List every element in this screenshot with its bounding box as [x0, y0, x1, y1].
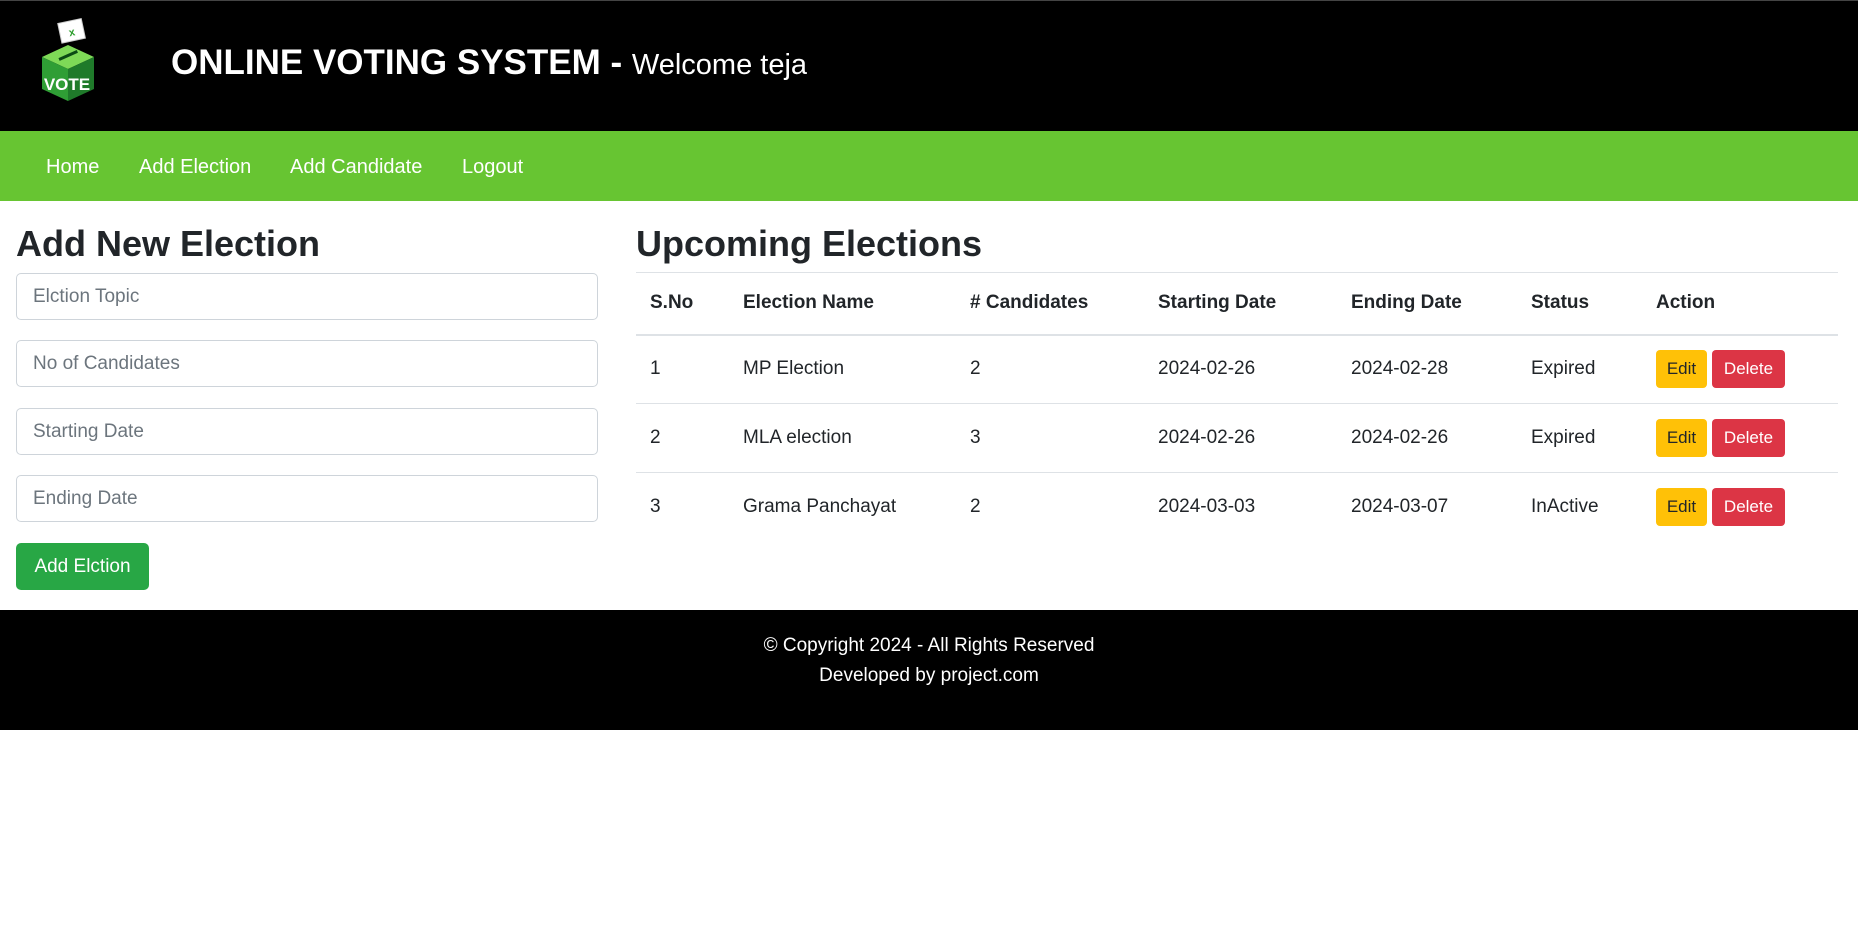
cell-candidates: 2: [970, 496, 981, 518]
add-election-panel: Add New Election: [16, 222, 598, 266]
candidates-count-input[interactable]: [16, 340, 598, 387]
column-header: Status: [1517, 272, 1642, 336]
edit-button[interactable]: Edit: [1656, 488, 1707, 527]
cell-ending-date: 2024-02-26: [1337, 403, 1517, 473]
column-header: # Candidates: [956, 272, 1144, 336]
main-nav: Home Add Election Add Candidate Logout: [0, 131, 1858, 201]
edit-button[interactable]: Edit: [1656, 350, 1707, 389]
cell-status: InActive: [1531, 496, 1599, 518]
cell-election-name: MP Election: [729, 334, 956, 404]
column-header: Ending Date: [1337, 272, 1517, 336]
title-separator: -: [600, 43, 632, 82]
cell-sno: 1: [636, 334, 729, 404]
site-footer: © Copyright 2024 - All Rights Reserved D…: [0, 610, 1858, 730]
election-topic-input[interactable]: [16, 273, 598, 320]
developer-credit: Developed by project.com: [819, 665, 1039, 686]
upcoming-elections-panel: Upcoming Elections: [636, 222, 982, 266]
ending-date-input[interactable]: [16, 475, 598, 522]
table-header-row: S.No Election Name # Candidates Starting…: [636, 272, 1838, 336]
cell-action: Edit Delete: [1642, 334, 1838, 404]
vote-box-logo: x VOTE: [42, 17, 94, 101]
site-header: x VOTE ONLINE VOTING SYSTEM - Welcome te…: [0, 0, 1858, 131]
cell-ending-date: 2024-03-07: [1351, 496, 1449, 518]
cell-candidates: 3: [956, 403, 1144, 473]
cell-sno: 2: [636, 403, 729, 473]
column-header: S.No: [636, 272, 729, 336]
site-title-text: ONLINE VOTING SYSTEM: [171, 43, 601, 82]
welcome-text: Welcome teja: [631, 49, 808, 81]
add-election-heading: Add New Election: [16, 223, 321, 264]
delete-button[interactable]: Delete: [1712, 350, 1785, 389]
column-header: Election Name: [729, 272, 956, 336]
cell-election-name: Grama Panchayat: [743, 496, 897, 518]
table-row: 2 MLA election 3 2024-02-26 2024-02-26 E…: [636, 403, 1838, 473]
cell-status: Expired: [1517, 334, 1642, 404]
cell-ending-date: 2024-02-28: [1337, 334, 1517, 404]
svg-text:VOTE: VOTE: [44, 75, 90, 94]
cell-starting-date: 2024-02-26: [1144, 334, 1337, 404]
cell-sno: 3: [650, 496, 661, 518]
copyright-text: © Copyright 2024 - All Rights Reserved: [763, 635, 1095, 656]
delete-button[interactable]: Delete: [1712, 419, 1785, 457]
cell-candidates: 2: [956, 334, 1144, 404]
delete-button[interactable]: Delete: [1712, 488, 1785, 527]
add-election-button[interactable]: Add Elction: [16, 543, 149, 590]
cell-status: Expired: [1517, 403, 1642, 473]
table-row: 1 MP Election 2 2024-02-26 2024-02-28 Ex…: [636, 334, 1838, 404]
cell-action: Edit Delete: [1642, 403, 1838, 473]
column-header: Starting Date: [1144, 272, 1337, 336]
cell-election-name: MLA election: [729, 403, 956, 473]
upcoming-elections-heading: Upcoming Elections: [636, 223, 983, 264]
site-title: ONLINE VOTING SYSTEM - Welcome teja: [171, 41, 807, 87]
nav-add-election[interactable]: Add Election: [139, 155, 251, 179]
nav-home[interactable]: Home: [46, 155, 99, 179]
nav-logout[interactable]: Logout: [462, 155, 523, 179]
table-row: 3 Grama Panchayat 2 2024-03-03 2024-03-0…: [636, 473, 1838, 542]
elections-table: S.No Election Name # Candidates Starting…: [636, 272, 1838, 542]
starting-date-input[interactable]: [16, 408, 598, 455]
column-header: Action: [1642, 272, 1838, 336]
cell-action: Edit Delete: [1642, 473, 1838, 542]
nav-add-candidate[interactable]: Add Candidate: [290, 155, 422, 179]
cell-starting-date: 2024-02-26: [1144, 403, 1337, 473]
edit-button[interactable]: Edit: [1656, 419, 1707, 457]
cell-starting-date: 2024-03-03: [1158, 496, 1256, 518]
